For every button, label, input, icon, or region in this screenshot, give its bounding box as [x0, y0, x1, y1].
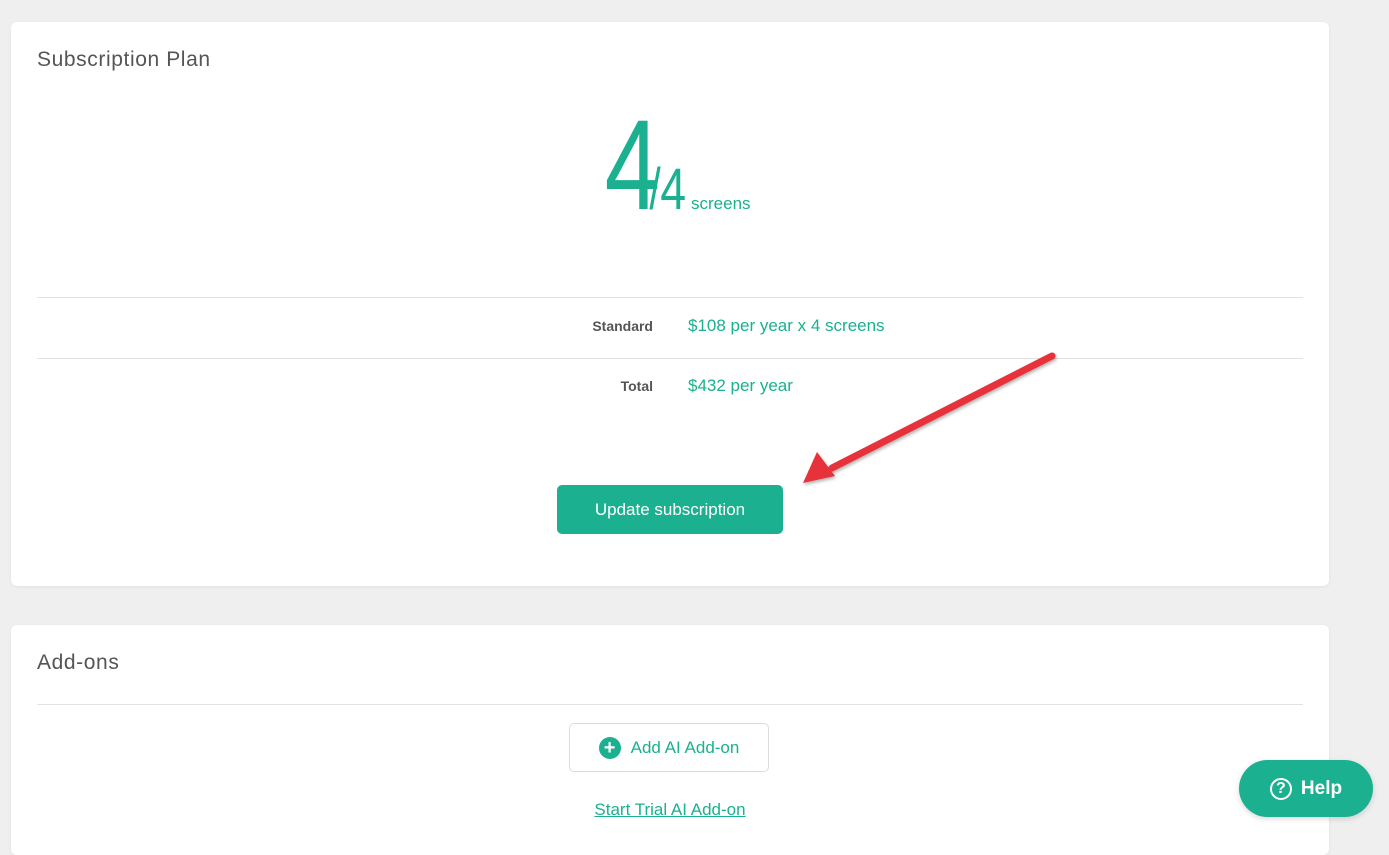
help-button[interactable]: ? Help [1239, 760, 1373, 817]
add-ai-addon-button[interactable]: + Add AI Add-on [569, 723, 769, 772]
screens-unit-label: screens [691, 194, 751, 213]
screen-usage-counter: 4/4 screens [11, 102, 1329, 230]
subscription-plan-card: Subscription Plan 4/4 screens Standard $1… [11, 22, 1329, 586]
plus-circle-icon: + [598, 736, 621, 759]
price-label: Standard [592, 318, 653, 334]
help-label: Help [1300, 777, 1343, 799]
price-label: Total [620, 378, 653, 394]
start-trial-ai-addon-link[interactable]: Start Trial AI Add-on [11, 800, 1329, 820]
question-circle-icon: ? [1269, 777, 1292, 800]
screens-separator: / [649, 157, 661, 222]
subscription-plan-title: Subscription Plan [37, 48, 211, 71]
divider [37, 704, 1303, 705]
price-row-standard: Standard $108 per year x 4 screens [37, 298, 1303, 358]
price-row-total: Total $432 per year [37, 358, 1303, 418]
update-subscription-button[interactable]: Update subscription [557, 485, 783, 534]
price-value: $108 per year x 4 screens [688, 316, 885, 335]
price-value: $432 per year [688, 376, 793, 395]
addons-title: Add-ons [37, 651, 120, 674]
add-ai-addon-label: Add AI Add-on [630, 737, 740, 757]
screens-total-count: 4 [659, 157, 686, 222]
